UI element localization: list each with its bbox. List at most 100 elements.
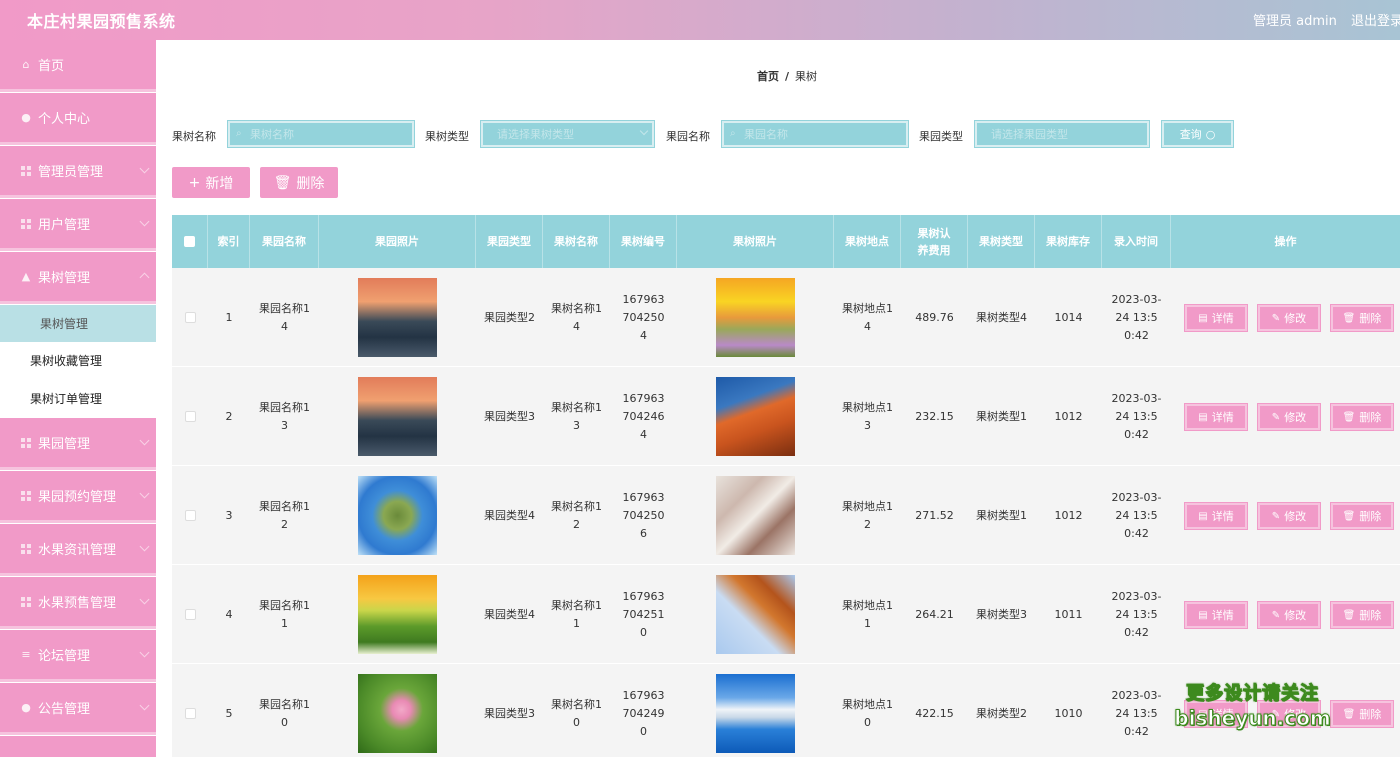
pencil-icon: ✎ [1271,411,1281,423]
tree-type-cell: 果树类型3 [976,607,1027,621]
tree-photo [716,377,795,456]
sidebar-item-reservations[interactable]: 果园预约管理 [0,471,156,520]
sidebar-subitem-tree-favorites[interactable]: 果树收藏管理 [0,342,156,379]
detail-button[interactable]: ▤ 详情 [1184,403,1248,431]
sidebar-item-presale[interactable]: 水果预售管理 [0,577,156,626]
tree-type-select[interactable] [480,120,655,148]
grid-icon [20,596,32,608]
main-content: 首页 / 果树 果树名称 ⌕ 果树类型 果园名称 ⌕ 果园类型 查询○ +新增 🗑删… [157,40,1400,757]
orchard-name-cell: 果园名称10 [259,697,310,729]
grid-icon [20,165,32,177]
search-icon: ⌕ [730,128,736,139]
sidebar: ⌂ 首页 ● 个人中心 管理员管理 用户管理 ▲ 果树管理 果树管理 果树收藏管理 果… [0,40,157,757]
thumb-icon: ▲ [21,270,31,283]
row-checkbox[interactable] [184,411,196,422]
batch-delete-button[interactable]: 🗑 删除 [260,167,338,198]
pencil-icon: ✎ [1271,609,1281,621]
query-button[interactable]: 查询 ○ [1161,120,1234,148]
edit-button[interactable]: ✎ 修改 [1257,304,1321,332]
sidebar-item-home[interactable]: ⌂ 首页 [0,40,156,89]
tree-name-cell: 果树名称14 [551,301,602,333]
sidebar-subitem-tree-manage[interactable]: 果树管理 [0,305,156,342]
add-button[interactable]: + 新增 [172,167,250,198]
logout-link[interactable]: 退出登录 [1351,10,1400,29]
fee-cell: 232.15 [915,409,954,423]
orchard-type-label: 果园类型 [919,130,963,143]
trash-icon: 🗑 [1342,708,1356,720]
sidebar-item-trees[interactable]: ▲ 果树管理 [0,252,156,301]
chevron-down-icon [139,488,150,499]
tree-photo [716,674,795,753]
document-icon: ▤ [1198,510,1208,522]
tree-code-cell: 1679637042510 [622,589,665,639]
sidebar-subitem-tree-orders[interactable]: 果树订单管理 [0,380,156,417]
search-icon: ⌕ [236,128,242,139]
orchard-name-cell: 果园名称12 [259,499,310,531]
pencil-icon: ✎ [1271,312,1281,324]
sidebar-item-more[interactable] [0,736,156,757]
tree-place-cell: 果树地点13 [842,400,893,432]
tree-name-cell: 果树名称12 [551,499,602,531]
time-cell: 2023-03-24 13:50:42 [1111,490,1162,540]
sidebar-item-orchards[interactable]: 果园管理 [0,418,156,467]
edit-button[interactable]: ✎ 修改 [1257,403,1321,431]
delete-button[interactable]: 🗑 删除 [1330,403,1394,431]
orchard-type-cell: 果园类型4 [484,508,535,522]
breadcrumb: 首页 / 果树 [757,68,817,84]
delete-button[interactable]: 🗑 删除 [1330,304,1394,332]
tree-name-input[interactable] [227,120,415,148]
orchard-type-select[interactable] [974,120,1150,148]
detail-button[interactable]: ▤ 详情 [1184,601,1248,629]
sidebar-item-profile[interactable]: ● 个人中心 [0,93,156,142]
chevron-down-icon [139,700,150,711]
grid-icon [20,543,32,555]
tree-place-cell: 果树地点12 [842,499,893,531]
document-icon: ▤ [1198,312,1208,324]
tree-type-cell: 果树类型1 [976,508,1027,522]
column-header: 果树库存 [1035,215,1102,268]
trash-icon: 🗑 [1342,411,1356,423]
column-header: 操作 [1274,235,1297,248]
edit-button[interactable]: ✎ 修改 [1257,601,1321,629]
breadcrumb-current: 果树 [795,70,818,83]
orchard-photo [358,278,437,357]
sidebar-item-notices[interactable]: ● 公告管理 [0,683,156,732]
sidebar-item-admins[interactable]: 管理员管理 [0,146,156,195]
grid-icon [20,490,32,502]
home-icon: ⌂ [22,58,30,71]
row-checkbox[interactable] [184,609,196,620]
delete-button[interactable]: 🗑 删除 [1330,700,1394,728]
delete-button[interactable]: 🗑 删除 [1330,502,1394,530]
chevron-down-icon [139,163,150,174]
watermark-line2: bisheyun.com [1174,706,1331,731]
tree-type-label: 果树类型 [425,130,469,143]
tree-photo [716,476,795,555]
sidebar-item-users[interactable]: 用户管理 [0,199,156,248]
edit-button[interactable]: ✎ 修改 [1257,502,1321,530]
detail-button[interactable]: ▤ 详情 [1184,502,1248,530]
stock-cell: 1011 [1054,607,1083,621]
sidebar-item-news[interactable]: 水果资讯管理 [0,524,156,573]
tree-code-cell: 1679637042506 [622,490,665,540]
stock-cell: 1014 [1054,310,1083,324]
tree-place-cell: 果树地点14 [842,301,893,333]
time-cell: 2023-03-24 13:50:42 [1111,589,1162,639]
user-icon: ● [21,111,31,124]
sidebar-item-forum[interactable]: ≡ 论坛管理 [0,630,156,679]
orchard-name-input[interactable] [721,120,909,148]
row-checkbox[interactable] [184,708,196,719]
row-checkbox[interactable] [184,510,196,521]
delete-button[interactable]: 🗑 删除 [1330,601,1394,629]
time-cell: 2023-03-24 13:50:42 [1111,688,1162,738]
orchard-name-cell: 果园名称13 [259,400,310,432]
column-header: 果园照片 [319,215,476,268]
select-all-checkbox[interactable] [184,236,195,247]
orchard-name-cell: 果园名称11 [259,598,310,630]
table-row: 3 果园名称12 果园类型4 果树名称12 1679637042506 果树地点… [172,466,1400,565]
tree-code-cell: 1679637042504 [622,292,665,342]
breadcrumb-home[interactable]: 首页 [757,70,779,83]
detail-button[interactable]: ▤ 详情 [1184,304,1248,332]
orchard-type-cell: 果园类型3 [484,706,535,720]
orchard-photo [358,575,437,654]
row-checkbox[interactable] [184,312,196,323]
